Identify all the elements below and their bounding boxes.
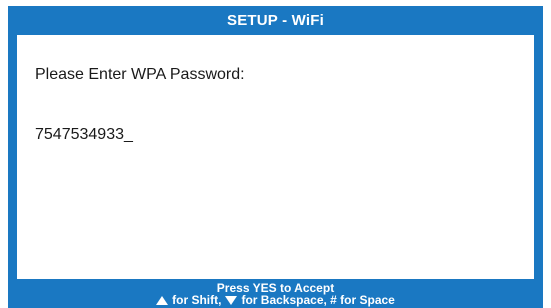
footer-hints: Press YES to Accept for Shift, for Backs… [8,279,543,308]
triangle-up-icon [156,295,169,305]
triangle-down-icon [225,295,238,305]
shift-hint: for Shift, [172,293,222,307]
backspace-hint: for Backspace, # for Space [241,293,395,307]
key-hints: for Shift, for Backspace, # for Space [8,294,543,306]
setup-frame: SETUP - WiFi Please Enter WPA Password: … [8,6,543,308]
password-entry-panel: Please Enter WPA Password: 7547534933_ [17,35,534,279]
password-field[interactable]: 7547534933_ [35,126,133,144]
page-title: SETUP - WiFi [227,12,324,29]
password-prompt: Please Enter WPA Password: [35,66,245,83]
title-bar: SETUP - WiFi [8,6,543,35]
wifi-setup-screen: SETUP - WiFi Please Enter WPA Password: … [0,0,551,308]
accept-hint: Press YES to Accept [216,281,335,295]
